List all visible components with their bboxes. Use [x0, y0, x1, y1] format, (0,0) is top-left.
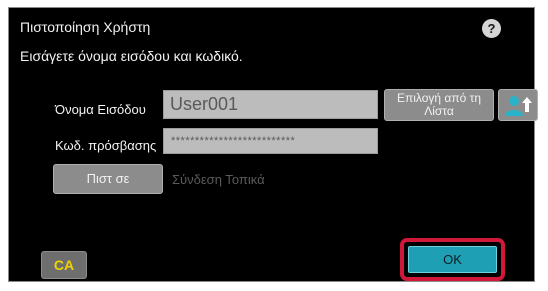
dialog-title: Πιστοποίηση Χρήστη	[20, 19, 151, 35]
password-field[interactable]: **************************	[163, 128, 378, 154]
username-field[interactable]: User001	[163, 90, 378, 119]
user-select-button[interactable]	[498, 89, 538, 121]
select-from-list-label-line1: Επιλογή από τη	[396, 91, 482, 105]
login-button[interactable]: Πιστ σε	[53, 164, 163, 194]
select-from-list-button[interactable]: Επιλογή από τη Λίστα	[384, 89, 494, 121]
username-label: Όνομα Εισόδου	[55, 102, 146, 117]
user-arrow-icon	[505, 96, 532, 116]
local-login-option: Σύνδεση Τοπικά	[172, 172, 265, 187]
ok-button[interactable]: OK	[408, 246, 497, 273]
password-label: Κωδ. πρόσβασης	[55, 138, 157, 153]
help-glyph: ?	[487, 21, 496, 36]
select-from-list-label-line2: Λίστα	[424, 104, 454, 118]
ca-button[interactable]: CA	[41, 251, 87, 279]
question-mark-icon[interactable]: ?	[482, 19, 501, 38]
instruction-text: Εισάγετε όνομα εισόδου και κωδικό.	[20, 48, 243, 64]
auth-dialog: Πιστοποίηση Χρήστη ? Εισάγετε όνομα εισό…	[8, 7, 538, 282]
